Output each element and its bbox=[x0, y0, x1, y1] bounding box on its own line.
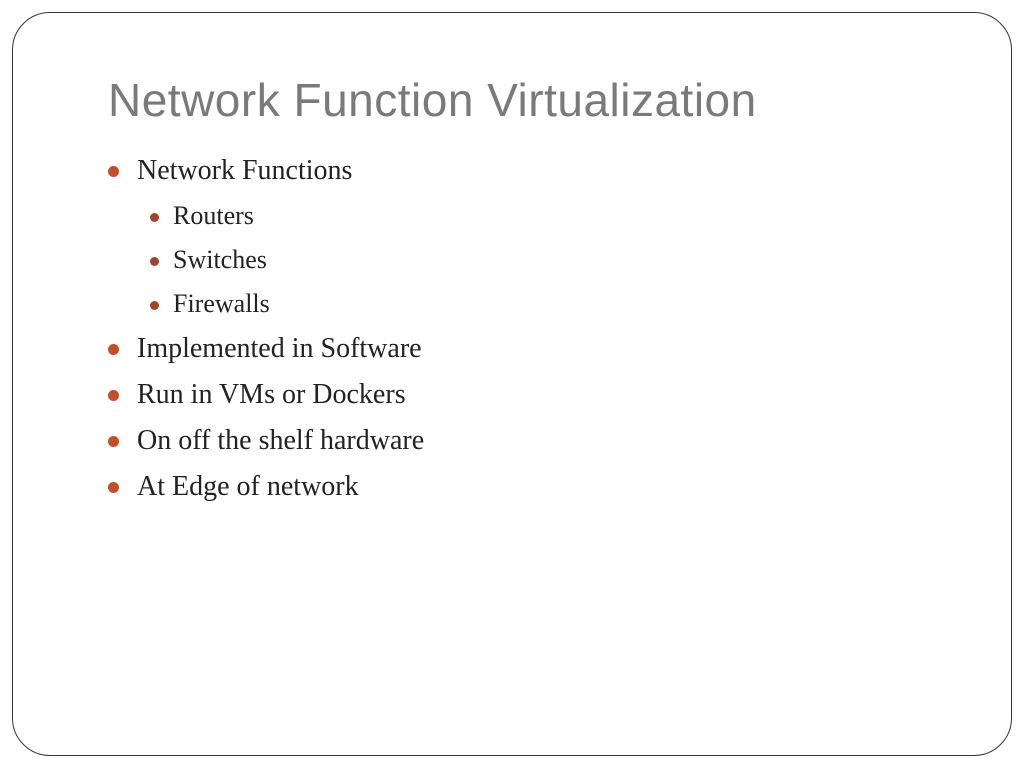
list-item: At Edge of network bbox=[108, 471, 931, 503]
list-item: Network Functions bbox=[108, 155, 931, 187]
list-item: On off the shelf hardware bbox=[108, 425, 931, 457]
bullet-icon bbox=[150, 257, 159, 266]
list-item: Run in VMs or Dockers bbox=[108, 379, 931, 411]
list-item: Implemented in Software bbox=[108, 333, 931, 365]
bullet-text: Routers bbox=[173, 201, 254, 231]
bullet-icon bbox=[108, 482, 119, 493]
list-item: Routers bbox=[150, 201, 931, 231]
bullet-icon bbox=[108, 390, 119, 401]
bullet-text: Switches bbox=[173, 245, 267, 275]
bullet-icon bbox=[150, 301, 159, 310]
list-item: Firewalls bbox=[150, 289, 931, 319]
bullet-text: Implemented in Software bbox=[137, 333, 422, 365]
bullet-icon bbox=[108, 166, 119, 177]
bullet-icon bbox=[150, 213, 159, 222]
bullet-text: Network Functions bbox=[137, 155, 352, 187]
slide-title: Network Function Virtualization bbox=[108, 73, 931, 127]
bullet-list: Network Functions Routers Switches Firew… bbox=[108, 155, 931, 503]
bullet-text: At Edge of network bbox=[137, 471, 359, 503]
bullet-text: Run in VMs or Dockers bbox=[137, 379, 406, 411]
bullet-text: On off the shelf hardware bbox=[137, 425, 424, 457]
bullet-icon bbox=[108, 436, 119, 447]
bullet-icon bbox=[108, 344, 119, 355]
slide-frame: Network Function Virtualization Network … bbox=[12, 12, 1012, 756]
bullet-text: Firewalls bbox=[173, 289, 270, 319]
list-item: Switches bbox=[150, 245, 931, 275]
